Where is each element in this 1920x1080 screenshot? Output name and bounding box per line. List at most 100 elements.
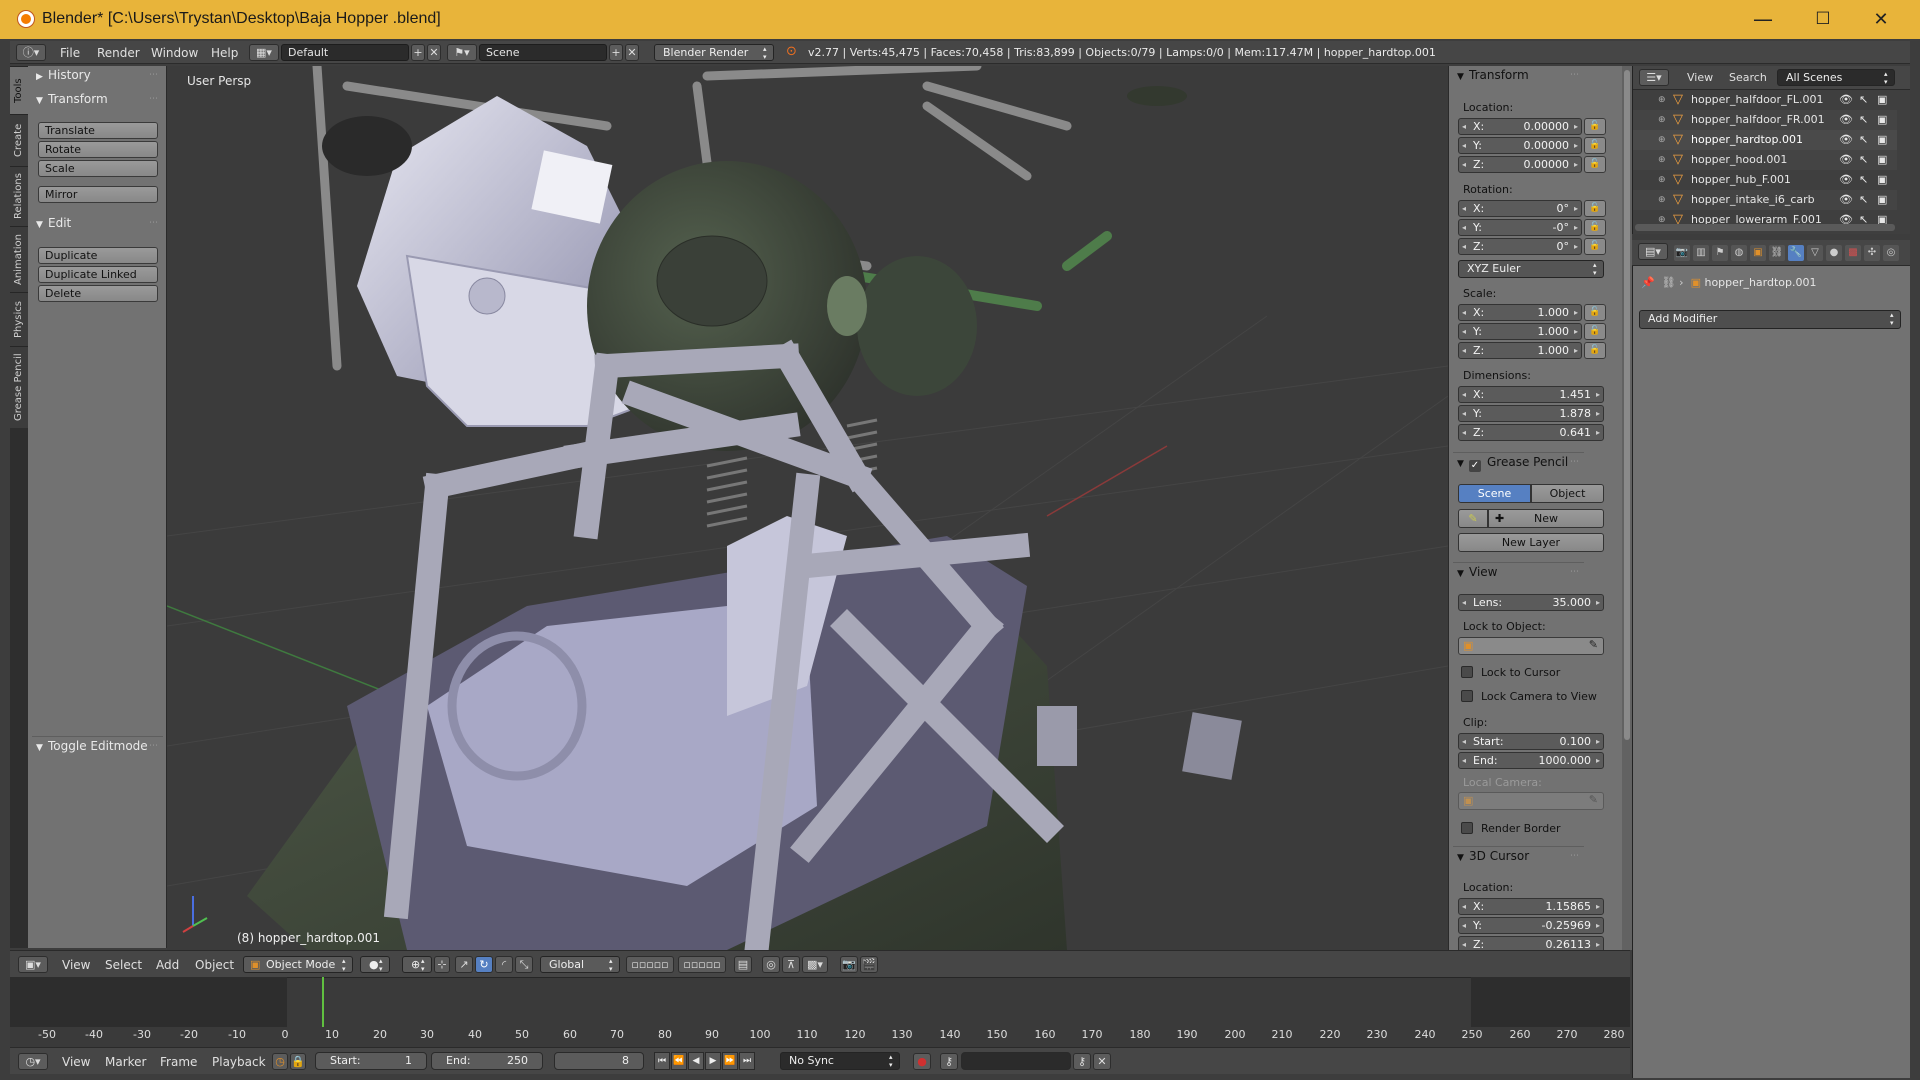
location-x-field[interactable]: X: 0.00000 — [1458, 118, 1582, 135]
eyedropper-icon[interactable]: ✎ — [1589, 793, 1598, 806]
pencil-icon[interactable]: ✎ — [1458, 509, 1488, 528]
viewport-scene[interactable] — [167, 66, 1448, 950]
world-tab-icon[interactable]: ◍ — [1731, 245, 1747, 261]
rotation-y-field[interactable]: Y: -0° — [1458, 219, 1582, 236]
preview-range-icon[interactable]: ◷ — [272, 1053, 288, 1070]
lock-range-icon[interactable]: 🔒 — [290, 1053, 306, 1070]
menu-help[interactable]: Help — [211, 46, 238, 60]
eye-icon[interactable]: 👁 — [1839, 110, 1853, 130]
lock-icon[interactable]: 🔓 — [1584, 323, 1606, 340]
maximize-button[interactable]: ☐ — [1795, 0, 1851, 39]
render-icon[interactable]: ▣ — [1877, 110, 1887, 130]
timeline-frame-menu[interactable]: Frame — [160, 1055, 197, 1069]
render-icon[interactable]: ▣ — [1877, 130, 1887, 150]
panel-transform-header[interactable]: ▼ Transform ⋯ — [32, 90, 163, 109]
scrollbar-thumb[interactable] — [1624, 70, 1630, 740]
eyedropper-icon[interactable]: ✎ — [1589, 638, 1598, 651]
timeline-ruler[interactable]: -50 -40 -30 -20 -10 0 10 20 30 40 50 60 … — [10, 1027, 1630, 1047]
lock-icon[interactable]: 🔓 — [1584, 156, 1606, 173]
panel-edit-header[interactable]: ▼ Edit ⋯ — [32, 214, 163, 233]
object-tab-icon[interactable]: ▣ — [1750, 245, 1766, 261]
texture-tab-icon[interactable]: ▩ — [1845, 245, 1861, 261]
pin-icon[interactable]: 📌 — [1641, 276, 1655, 289]
scene-tab-icon[interactable]: ⚑ — [1712, 245, 1728, 261]
proportional-edit-icon[interactable]: ◎ — [762, 956, 780, 973]
jump-keyframe-forward-icon[interactable]: ⏩ — [722, 1052, 738, 1070]
lock-object-field[interactable]: ▣ ✎ — [1458, 637, 1604, 655]
minimize-button[interactable]: — — [1735, 0, 1791, 39]
lock-icon[interactable]: 🔓 — [1584, 219, 1606, 236]
rotate-manipulator-icon[interactable]: ↻ — [475, 956, 493, 973]
play-icon[interactable]: ▶ — [705, 1052, 721, 1070]
cursor-y-field[interactable]: Y: -0.25969 — [1458, 917, 1604, 934]
render-border-checkbox[interactable] — [1461, 822, 1473, 834]
delete-keyframe-icon[interactable]: ✕ — [1093, 1053, 1111, 1070]
drag-handle-icon[interactable]: ⋯ — [149, 90, 159, 109]
drag-handle-icon[interactable]: ⋯ — [149, 737, 159, 756]
lock-icon[interactable]: 🔓 — [1584, 137, 1606, 154]
outliner-scrollbar[interactable] — [1635, 224, 1895, 231]
grease-new-button[interactable]: ✚ New — [1488, 509, 1604, 528]
drag-handle-icon[interactable]: ⋯ — [1570, 563, 1580, 582]
delete-button[interactable]: Delete — [38, 285, 158, 302]
tab-grease-pencil[interactable]: Grease Pencil — [10, 346, 28, 428]
mirror-button[interactable]: Mirror — [38, 186, 158, 203]
cursor-x-field[interactable]: X: 1.15865 — [1458, 898, 1604, 915]
render-engine-select[interactable]: Blender Render — [654, 44, 774, 61]
local-camera-field[interactable]: ▣ ✎ — [1458, 792, 1604, 810]
drag-handle-icon[interactable]: ⋯ — [1570, 847, 1580, 866]
keying-set-field[interactable] — [961, 1052, 1071, 1070]
panel-3d-cursor-header[interactable]: ▼ 3D Cursor ⋯ — [1453, 846, 1584, 865]
outliner-item[interactable]: ⊕ ▽ hopper_halfdoor_FR.001 👁 ↖ ▣ — [1633, 110, 1897, 130]
remove-scene-icon[interactable]: ✕ — [625, 44, 639, 61]
timeline-playback-menu[interactable]: Playback — [212, 1055, 266, 1069]
close-button[interactable]: ✕ — [1853, 0, 1909, 39]
render-icon[interactable]: ▣ — [1877, 190, 1887, 210]
lock-camera-checkbox[interactable] — [1461, 690, 1473, 702]
play-reverse-icon[interactable]: ◀ — [688, 1052, 704, 1070]
outliner-item[interactable]: ⊕ ▽ hopper_intake_i6_carb 👁 ↖ ▣ — [1633, 190, 1897, 210]
panel-toggle-editmode-header[interactable]: ▼ Toggle Editmode ⋯ — [32, 736, 163, 755]
grease-scene-toggle[interactable]: Scene — [1458, 484, 1531, 503]
render-icon[interactable]: ▣ — [1877, 170, 1887, 190]
grease-object-toggle[interactable]: Object — [1531, 484, 1604, 503]
duplicate-button[interactable]: Duplicate — [38, 247, 158, 264]
tab-physics[interactable]: Physics — [10, 292, 28, 346]
eye-icon[interactable]: 👁 — [1839, 170, 1853, 190]
location-y-field[interactable]: Y: 0.00000 — [1458, 137, 1582, 154]
dimensions-x-field[interactable]: X: 1.451 — [1458, 386, 1604, 403]
tab-relations[interactable]: Relations — [10, 166, 28, 226]
record-icon[interactable]: ● — [913, 1053, 931, 1070]
scene-icon[interactable]: ⚑▾ — [447, 44, 477, 61]
start-frame-field[interactable]: Start: 1 — [315, 1052, 427, 1070]
drag-handle-icon[interactable]: ⋯ — [1570, 66, 1580, 85]
cursor-icon[interactable]: ↖ — [1859, 90, 1868, 110]
transform-orientation-select[interactable]: Global — [540, 956, 620, 973]
timeline-view-menu[interactable]: View — [62, 1055, 90, 1069]
rotate-button[interactable]: Rotate — [38, 141, 158, 158]
shading-select[interactable]: ● — [360, 956, 390, 973]
remove-layout-icon[interactable]: ✕ — [427, 44, 441, 61]
3d-viewport[interactable]: User Persp (8) hopper_hardtop.001 — [167, 66, 1448, 950]
lock-icon[interactable]: 🔓 — [1584, 304, 1606, 321]
panel-view-header[interactable]: ▼ View ⋯ — [1453, 562, 1584, 581]
cursor-icon[interactable]: ↖ — [1859, 170, 1868, 190]
menu-window[interactable]: Window — [151, 46, 198, 60]
cursor-icon[interactable]: ↖ — [1859, 110, 1868, 130]
layout-icon[interactable]: ▦▾ — [249, 44, 279, 61]
expand-icon[interactable]: ⊕ — [1658, 130, 1666, 150]
add-modifier-select[interactable]: Add Modifier — [1639, 310, 1901, 329]
manipulator-toggle-icon[interactable]: ⊹ — [434, 956, 450, 973]
keying-set-icon[interactable]: ⚷ — [940, 1053, 958, 1070]
current-frame-field[interactable]: 8 — [554, 1052, 644, 1070]
constraints-tab-icon[interactable]: ⛓ — [1769, 245, 1785, 261]
expand-icon[interactable]: ⊕ — [1658, 170, 1666, 190]
cursor-icon[interactable]: ↖ — [1859, 190, 1868, 210]
location-z-field[interactable]: Z: 0.00000 — [1458, 156, 1582, 173]
menu-file[interactable]: File — [60, 46, 80, 60]
eye-icon[interactable]: 👁 — [1839, 90, 1853, 110]
eye-icon[interactable]: 👁 — [1839, 150, 1853, 170]
rotation-mode-select[interactable]: XYZ Euler — [1458, 260, 1604, 278]
material-tab-icon[interactable]: ● — [1826, 245, 1842, 261]
outliner-item[interactable]: ⊕ ▽ hopper_hood.001 👁 ↖ ▣ — [1633, 150, 1897, 170]
